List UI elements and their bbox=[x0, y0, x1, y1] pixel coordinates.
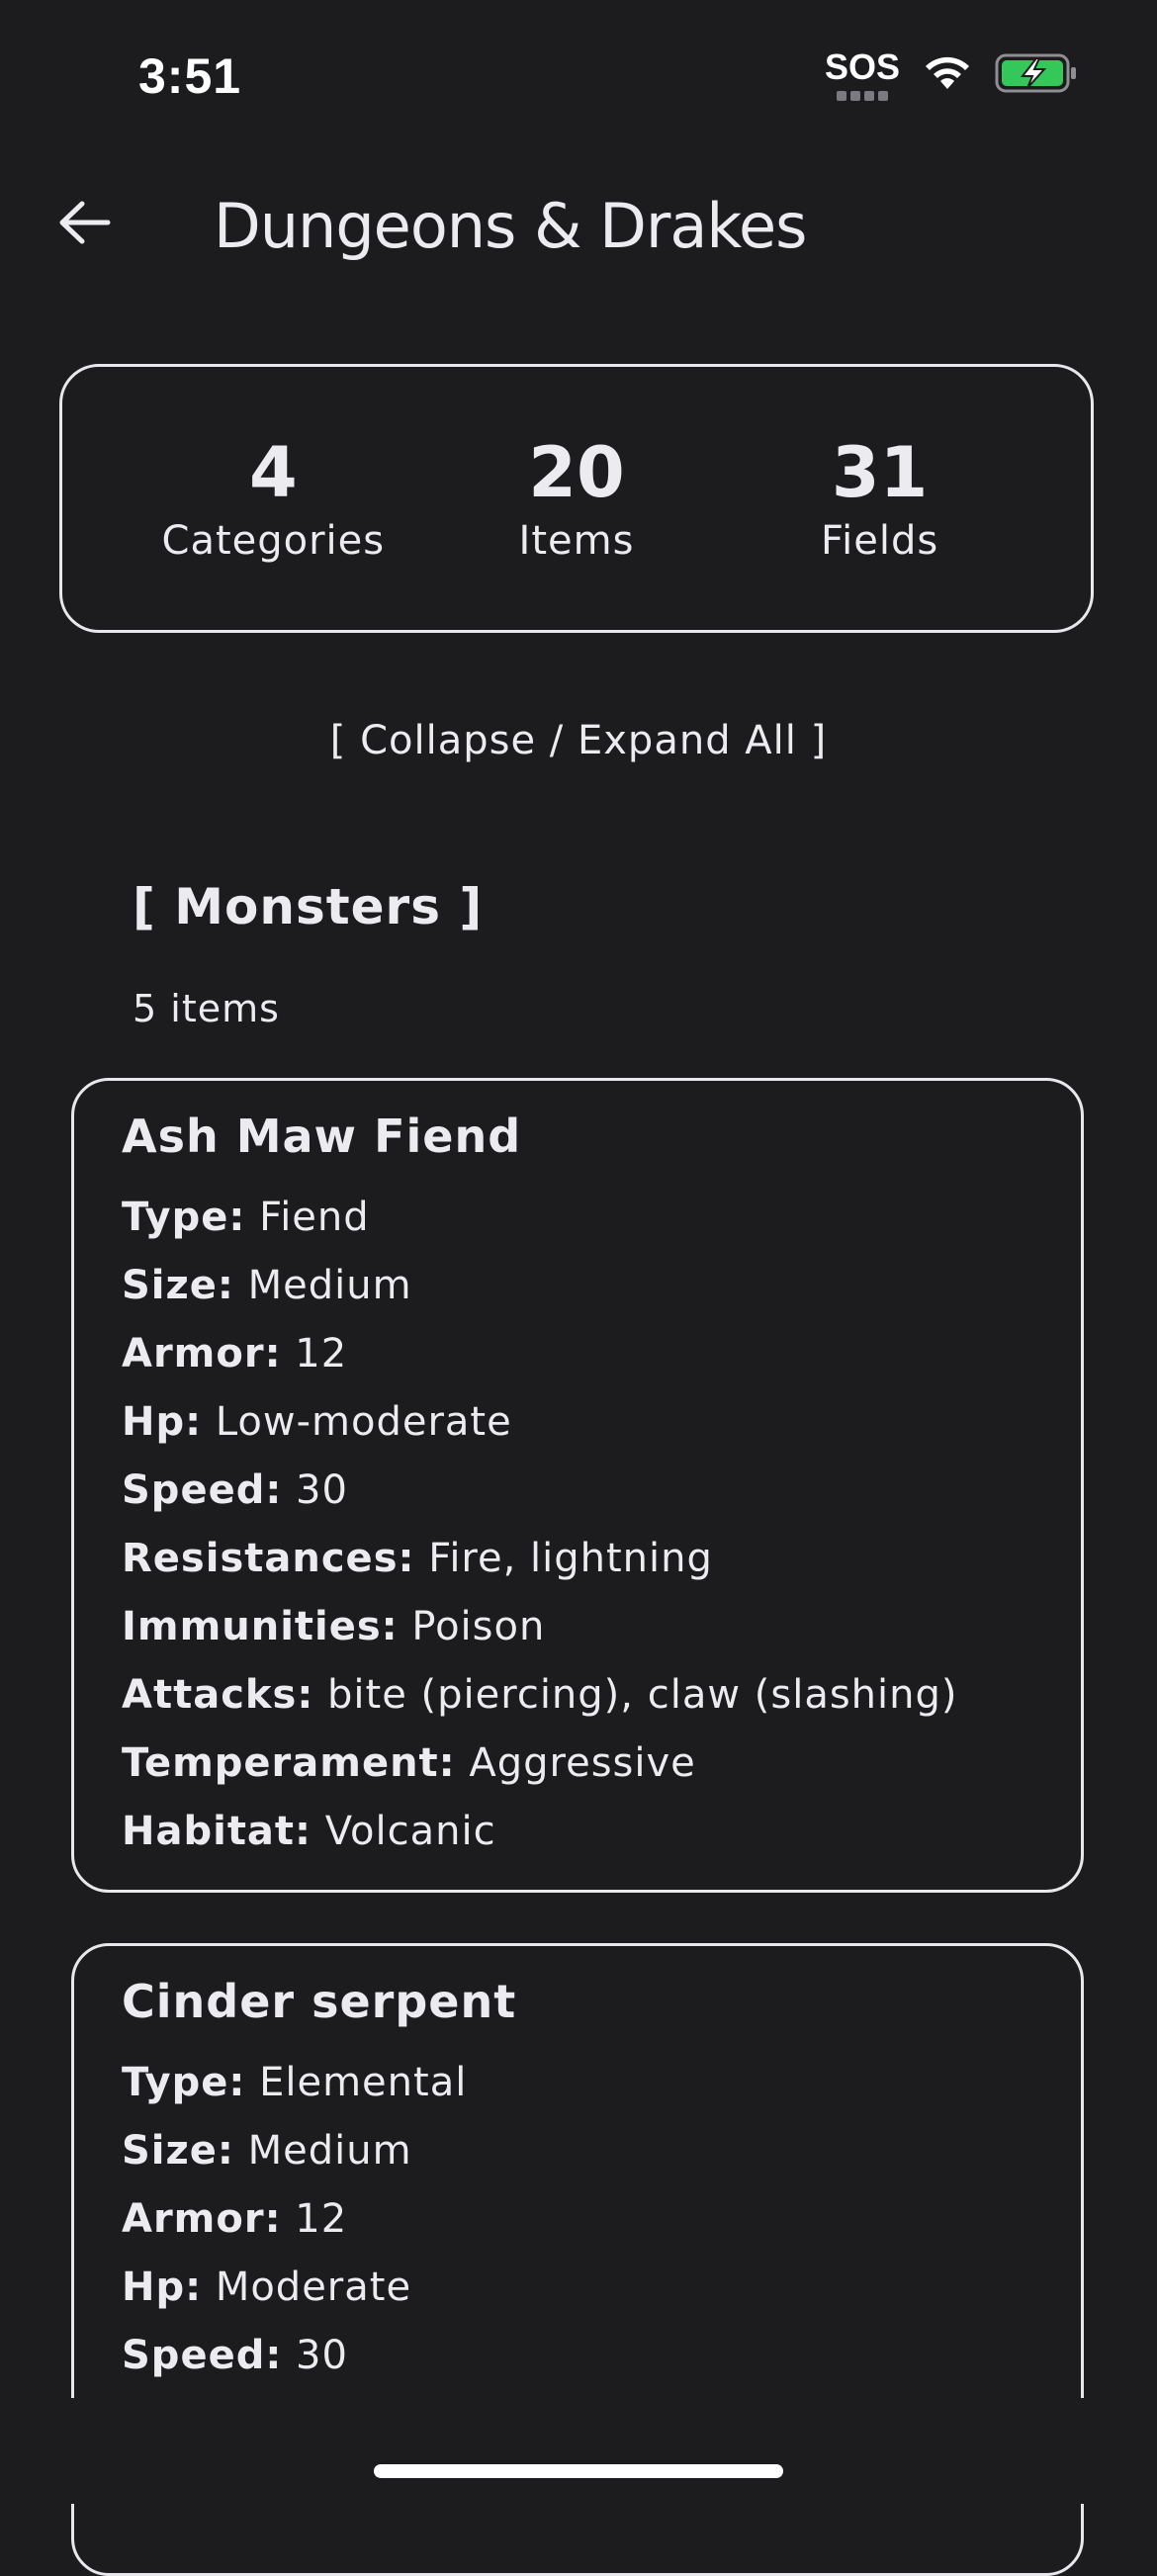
item-name: Cinder serpent bbox=[122, 1975, 517, 2028]
field-key: Temperament: bbox=[122, 1740, 456, 1786]
stat-value: 20 bbox=[528, 432, 625, 513]
field-row: Hp: Moderate bbox=[122, 2254, 1033, 2322]
status-time: 3:51 bbox=[138, 48, 242, 104]
field-key: Size: bbox=[122, 1263, 234, 1308]
home-indicator[interactable] bbox=[374, 2464, 783, 2478]
status-bar: 3:51 SOS bbox=[0, 0, 1157, 148]
field-key: Size: bbox=[122, 2128, 234, 2174]
field-row: Habitat: Volcanic bbox=[122, 1798, 1033, 1866]
field-key: Type: bbox=[122, 1195, 246, 1240]
field-row: Armor: 12 bbox=[122, 2185, 1033, 2254]
stat-label: Items bbox=[518, 518, 635, 564]
field-key: Resistances: bbox=[122, 1536, 415, 1581]
field-value: Fire, lightning bbox=[414, 1536, 713, 1581]
field-value: 12 bbox=[281, 2196, 348, 2242]
scroll-clip-area bbox=[0, 2398, 1157, 2504]
field-key: Habitat: bbox=[122, 1809, 312, 1854]
item-card[interactable]: Ash Maw Fiend Type: Fiend Size: Medium A… bbox=[71, 1078, 1084, 1893]
stat-fields: 31 Fields bbox=[742, 433, 1019, 564]
signal-dots-icon bbox=[836, 91, 888, 101]
field-key: Armor: bbox=[122, 2196, 282, 2242]
field-row: Speed: 30 bbox=[122, 2322, 1033, 2390]
stat-categories: 4 Categories bbox=[134, 433, 411, 564]
back-button[interactable] bbox=[49, 190, 119, 259]
field-row: Type: Elemental bbox=[122, 2049, 1033, 2117]
field-value: Aggressive bbox=[455, 1740, 696, 1786]
field-key: Type: bbox=[122, 2060, 246, 2105]
field-value: 30 bbox=[282, 2333, 348, 2378]
field-row: Immunities: Poison bbox=[122, 1593, 1033, 1661]
stats-summary-card: 4 Categories 20 Items 31 Fields bbox=[59, 364, 1094, 633]
field-value: Low-moderate bbox=[202, 1399, 512, 1445]
field-value: Elemental bbox=[245, 2060, 468, 2105]
battery-charging-icon bbox=[995, 52, 1078, 99]
stat-value: 31 bbox=[831, 432, 929, 513]
field-key: Hp: bbox=[122, 1399, 203, 1445]
field-row: Armor: 12 bbox=[122, 1320, 1033, 1388]
field-value: Volcanic bbox=[312, 1809, 496, 1854]
field-key: Speed: bbox=[122, 1467, 283, 1513]
stat-label: Fields bbox=[821, 518, 939, 564]
field-key: Attacks: bbox=[122, 1672, 314, 1718]
item-name: Ash Maw Fiend bbox=[122, 1110, 522, 1163]
field-row: Temperament: Aggressive bbox=[122, 1730, 1033, 1798]
field-row: Resistances: Fire, lightning bbox=[122, 1525, 1033, 1593]
back-arrow-icon bbox=[56, 198, 112, 252]
sos-indicator: SOS bbox=[825, 49, 900, 101]
field-value: Medium bbox=[233, 2128, 412, 2174]
wifi-icon bbox=[922, 53, 973, 98]
collapse-expand-all-button[interactable]: [ Collapse / Expand All ] bbox=[0, 718, 1157, 763]
field-row: Type: Fiend bbox=[122, 1184, 1033, 1252]
field-key: Armor: bbox=[122, 1331, 282, 1377]
field-value: Medium bbox=[233, 1263, 412, 1308]
field-row: Attacks: bite (piercing), claw (slashing… bbox=[122, 1661, 1033, 1730]
section-header-monsters[interactable]: [ Monsters ] bbox=[133, 878, 483, 935]
field-value: Moderate bbox=[202, 2265, 412, 2310]
stat-label: Categories bbox=[161, 518, 386, 564]
app-header: Dungeons & Drakes bbox=[0, 168, 1157, 287]
stat-items: 20 Items bbox=[438, 433, 715, 564]
field-value: 12 bbox=[281, 1331, 348, 1377]
page-title: Dungeons & Drakes bbox=[214, 190, 807, 262]
field-row: Hp: Low-moderate bbox=[122, 1388, 1033, 1457]
field-value: 30 bbox=[282, 1467, 348, 1513]
field-value: Fiend bbox=[245, 1195, 370, 1240]
field-value: bite (piercing), claw (slashing) bbox=[313, 1672, 958, 1718]
status-icons: SOS bbox=[825, 49, 1078, 101]
field-row: Speed: 30 bbox=[122, 1457, 1033, 1525]
field-key: Hp: bbox=[122, 2265, 203, 2310]
field-key: Immunities: bbox=[122, 1604, 399, 1649]
field-row: Size: Medium bbox=[122, 2117, 1033, 2185]
sos-label: SOS bbox=[824, 46, 900, 87]
stat-value: 4 bbox=[248, 432, 298, 513]
field-key: Speed: bbox=[122, 2333, 283, 2378]
field-value: Poison bbox=[398, 1604, 546, 1649]
field-row: Size: Medium bbox=[122, 1252, 1033, 1320]
section-item-count: 5 items bbox=[133, 987, 280, 1030]
